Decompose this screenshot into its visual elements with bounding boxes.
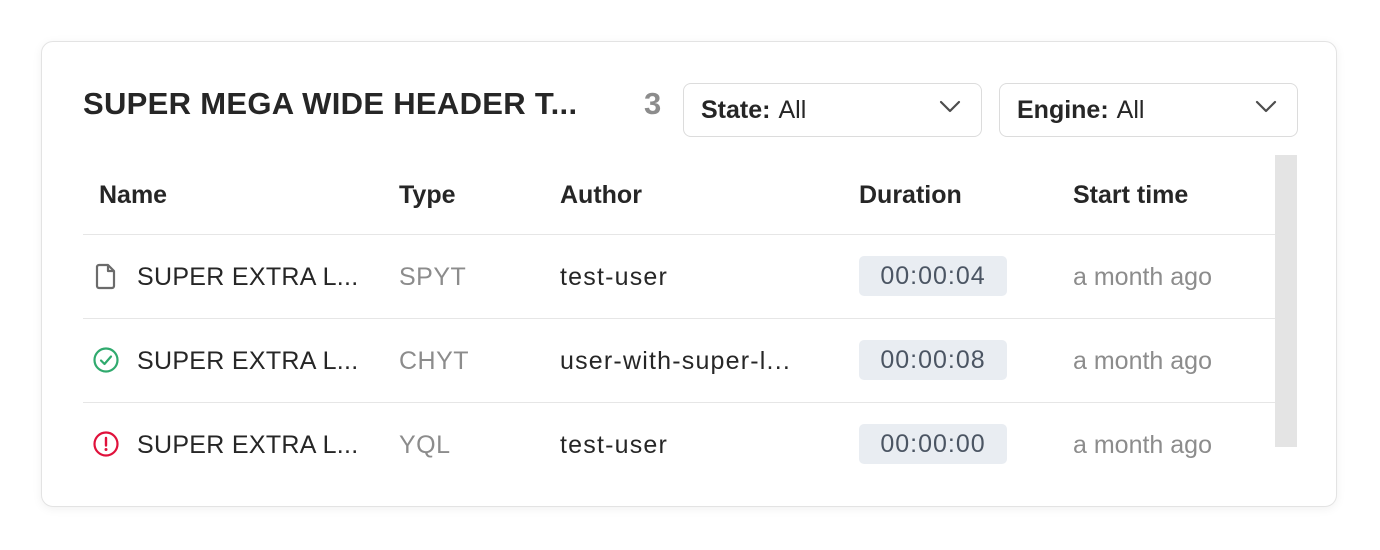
- duration-badge: 00:00:00: [859, 424, 1007, 464]
- query-count: 3: [644, 86, 662, 121]
- queries-card: SUPER MEGA WIDE HEADER T... 3 State: All…: [41, 41, 1337, 507]
- table-row[interactable]: SUPER EXTRA L... SPYT test-user 00:00:04…: [83, 235, 1275, 319]
- state-filter-value: All: [778, 95, 807, 124]
- start-time: a month ago: [1073, 263, 1212, 291]
- check-circle-icon: [93, 347, 119, 373]
- table-row[interactable]: SUPER EXTRA L... CHYT user-with-super-l.…: [83, 319, 1275, 403]
- query-type: CHYT: [399, 347, 470, 375]
- engine-filter-label: Engine:: [1017, 95, 1109, 124]
- vertical-scrollbar[interactable]: [1275, 155, 1297, 447]
- chevron-down-icon: [939, 100, 961, 113]
- column-header-author[interactable]: Author: [560, 181, 642, 210]
- query-name: SUPER EXTRA L...: [137, 431, 359, 459]
- file-icon: [95, 263, 116, 290]
- engine-filter-select[interactable]: Engine: All: [999, 83, 1298, 137]
- query-name: SUPER EXTRA L...: [137, 347, 359, 375]
- query-author: test-user: [560, 431, 669, 459]
- query-author: user-with-super-l...: [560, 347, 791, 375]
- queries-table: Name Type Author Duration Start time SUP…: [83, 155, 1275, 486]
- chevron-down-icon: [1255, 100, 1277, 113]
- column-header-duration[interactable]: Duration: [859, 181, 962, 210]
- query-type: SPYT: [399, 263, 467, 291]
- query-type: YQL: [399, 431, 451, 459]
- column-header-name[interactable]: Name: [99, 181, 167, 210]
- table-header: Name Type Author Duration Start time: [83, 155, 1275, 235]
- start-time: a month ago: [1073, 431, 1212, 459]
- error-circle-icon: [93, 431, 119, 457]
- state-filter-label: State:: [701, 95, 771, 124]
- table-row[interactable]: SUPER EXTRA L... YQL test-user 00:00:00 …: [83, 403, 1275, 486]
- state-filter-select[interactable]: State: All: [683, 83, 982, 137]
- query-name: SUPER EXTRA L...: [137, 263, 359, 291]
- engine-filter-value: All: [1116, 95, 1145, 124]
- column-header-start-time[interactable]: Start time: [1073, 181, 1188, 210]
- duration-badge: 00:00:04: [859, 256, 1007, 296]
- card-title: SUPER MEGA WIDE HEADER T...: [83, 86, 578, 121]
- start-time: a month ago: [1073, 347, 1212, 375]
- query-author: test-user: [560, 263, 669, 291]
- column-header-type[interactable]: Type: [399, 181, 456, 210]
- duration-badge: 00:00:08: [859, 340, 1007, 380]
